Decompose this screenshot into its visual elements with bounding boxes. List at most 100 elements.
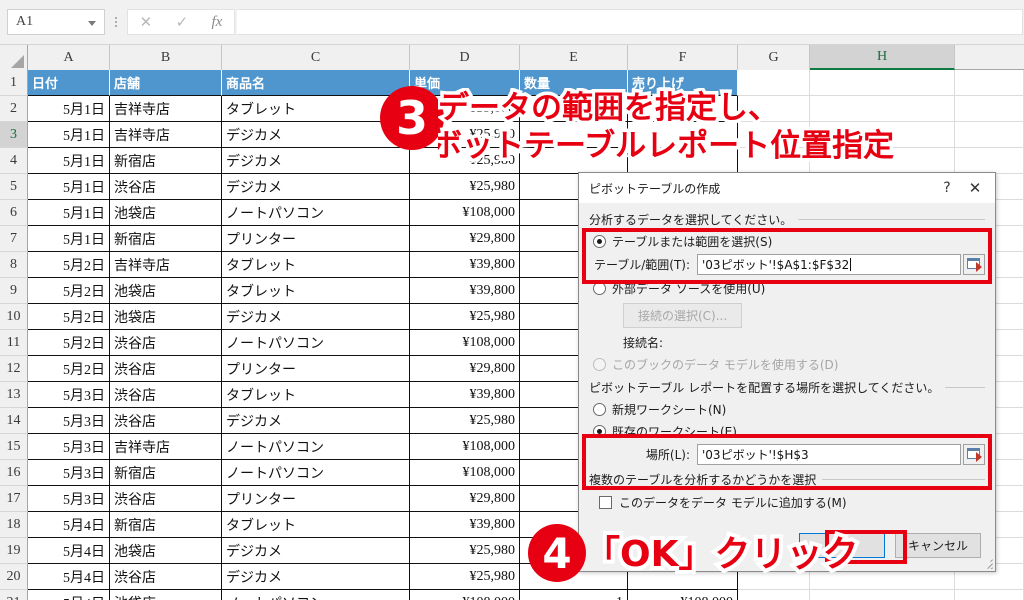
data-cell[interactable]: タブレット — [222, 382, 410, 408]
radio-external-source-indicator[interactable] — [593, 282, 606, 295]
data-cell[interactable]: タブレット — [222, 512, 410, 538]
data-cell[interactable]: 5月2日 — [28, 304, 110, 330]
name-box[interactable]: A1 — [7, 9, 105, 35]
data-cell[interactable]: ¥39,800 — [410, 252, 520, 278]
data-cell[interactable]: 5月1日 — [28, 148, 110, 174]
data-cell[interactable]: ¥108,000 — [410, 590, 520, 600]
row-header-8[interactable]: 8 — [0, 252, 28, 278]
data-cell[interactable]: ¥29,800 — [410, 356, 520, 382]
data-cell[interactable]: ノートパソコン — [222, 330, 410, 356]
radio-existing-worksheet[interactable]: 既存のワークシート(E) — [593, 423, 985, 440]
data-cell[interactable]: 吉祥寺店 — [110, 434, 222, 460]
data-cell[interactable]: 5月4日 — [28, 564, 110, 590]
data-cell[interactable]: 5月2日 — [28, 330, 110, 356]
location-picker-icon[interactable] — [963, 444, 985, 465]
data-cell[interactable]: プリンター — [222, 356, 410, 382]
data-cell[interactable]: 5月2日 — [28, 252, 110, 278]
data-cell[interactable]: タブレット — [222, 252, 410, 278]
row-header-4[interactable]: 4 — [0, 148, 28, 174]
data-cell[interactable]: デジカメ — [222, 304, 410, 330]
row-header-21[interactable]: 21 — [0, 590, 28, 600]
checkbox-add-to-data-model-indicator[interactable] — [599, 496, 612, 509]
data-cell[interactable]: 池袋店 — [110, 538, 222, 564]
radio-existing-worksheet-indicator[interactable] — [593, 425, 606, 438]
data-cell[interactable]: タブレット — [222, 278, 410, 304]
data-cell[interactable]: ノートパソコン — [222, 460, 410, 486]
chevron-down-icon[interactable] — [88, 21, 96, 26]
data-cell[interactable]: 渋谷店 — [110, 564, 222, 590]
data-cell[interactable]: 池袋店 — [110, 278, 222, 304]
data-cell[interactable]: ¥29,800 — [410, 226, 520, 252]
row-header-9[interactable]: 9 — [0, 278, 28, 304]
radio-new-worksheet[interactable]: 新規ワークシート(N) — [593, 401, 985, 418]
data-cell[interactable]: 渋谷店 — [110, 330, 222, 356]
column-header-g[interactable]: G — [738, 45, 810, 70]
row-header-17[interactable]: 17 — [0, 486, 28, 512]
data-cell[interactable]: ¥29,800 — [410, 486, 520, 512]
function-icon[interactable]: fx — [211, 14, 222, 30]
data-cell[interactable]: ¥108,000 — [410, 330, 520, 356]
empty-cell[interactable] — [738, 590, 810, 600]
radio-select-range[interactable]: テーブルまたは範囲を選択(S) — [593, 233, 985, 250]
row-header-11[interactable]: 11 — [0, 330, 28, 356]
data-cell[interactable]: プリンター — [222, 486, 410, 512]
data-cell[interactable]: ¥25,980 — [410, 538, 520, 564]
data-cell[interactable]: 5月4日 — [28, 590, 110, 600]
data-cell[interactable]: 5月3日 — [28, 486, 110, 512]
data-cell[interactable]: 5月3日 — [28, 382, 110, 408]
row-header-7[interactable]: 7 — [0, 226, 28, 252]
data-cell[interactable]: ノートパソコン — [222, 200, 410, 226]
row-header-5[interactable]: 5 — [0, 174, 28, 200]
column-header-f[interactable]: F — [628, 45, 738, 70]
row-header-10[interactable]: 10 — [0, 304, 28, 330]
close-icon[interactable]: ✕ — [961, 176, 989, 200]
location-input[interactable]: '03ピボット'!$H$3 — [697, 444, 961, 465]
data-cell[interactable]: ¥25,980 — [410, 304, 520, 330]
radio-external-source[interactable]: 外部データ ソースを使用(U) — [593, 280, 985, 297]
row-header-15[interactable]: 15 — [0, 434, 28, 460]
data-cell[interactable]: 吉祥寺店 — [110, 252, 222, 278]
data-cell[interactable]: 5月2日 — [28, 356, 110, 382]
range-input[interactable]: '03ピボット'!$A$1:$F$32 — [697, 254, 961, 275]
data-cell[interactable]: ¥108,000 — [410, 460, 520, 486]
data-cell[interactable]: デジカメ — [222, 408, 410, 434]
data-cell[interactable]: 新宿店 — [110, 460, 222, 486]
formula-input[interactable] — [237, 9, 1023, 35]
data-cell[interactable]: ¥108,000 — [410, 434, 520, 460]
data-cell[interactable]: ¥25,980 — [410, 408, 520, 434]
data-cell[interactable]: 1 — [520, 590, 628, 600]
data-cell[interactable]: デジカメ — [222, 538, 410, 564]
data-cell[interactable]: ¥108,000 — [628, 590, 738, 600]
checkbox-add-to-data-model[interactable]: このデータをデータ モデルに追加する(M) — [599, 494, 985, 511]
header-cell[interactable]: 商品名 — [222, 70, 410, 96]
row-header-14[interactable]: 14 — [0, 408, 28, 434]
data-cell[interactable]: 5月2日 — [28, 278, 110, 304]
data-cell[interactable]: ¥39,800 — [410, 512, 520, 538]
row-header-13[interactable]: 13 — [0, 382, 28, 408]
data-cell[interactable]: 新宿店 — [110, 226, 222, 252]
data-cell[interactable]: ¥25,980 — [410, 174, 520, 200]
row-header-12[interactable]: 12 — [0, 356, 28, 382]
row-header-20[interactable]: 20 — [0, 564, 28, 590]
data-cell[interactable]: ¥25,980 — [410, 564, 520, 590]
data-cell[interactable]: 5月1日 — [28, 200, 110, 226]
data-cell[interactable]: ¥39,800 — [410, 382, 520, 408]
radio-select-range-indicator[interactable] — [593, 235, 606, 248]
data-cell[interactable]: 5月1日 — [28, 96, 110, 122]
data-cell[interactable]: 新宿店 — [110, 148, 222, 174]
column-header-c[interactable]: C — [222, 45, 410, 70]
data-cell[interactable]: 池袋店 — [110, 200, 222, 226]
data-cell[interactable]: 5月3日 — [28, 434, 110, 460]
data-cell[interactable]: デジカメ — [222, 174, 410, 200]
data-cell[interactable]: 吉祥寺店 — [110, 122, 222, 148]
data-cell[interactable]: ノートパソコン — [222, 434, 410, 460]
column-header-a[interactable]: A — [28, 45, 110, 70]
data-cell[interactable]: 5月1日 — [28, 226, 110, 252]
cancel-button[interactable]: キャンセル — [895, 532, 981, 558]
select-all-corner[interactable] — [0, 45, 28, 70]
data-cell[interactable]: プリンター — [222, 226, 410, 252]
data-cell[interactable]: 渋谷店 — [110, 174, 222, 200]
row-header-19[interactable]: 19 — [0, 538, 28, 564]
data-cell[interactable]: 5月4日 — [28, 512, 110, 538]
data-cell[interactable]: 渋谷店 — [110, 486, 222, 512]
